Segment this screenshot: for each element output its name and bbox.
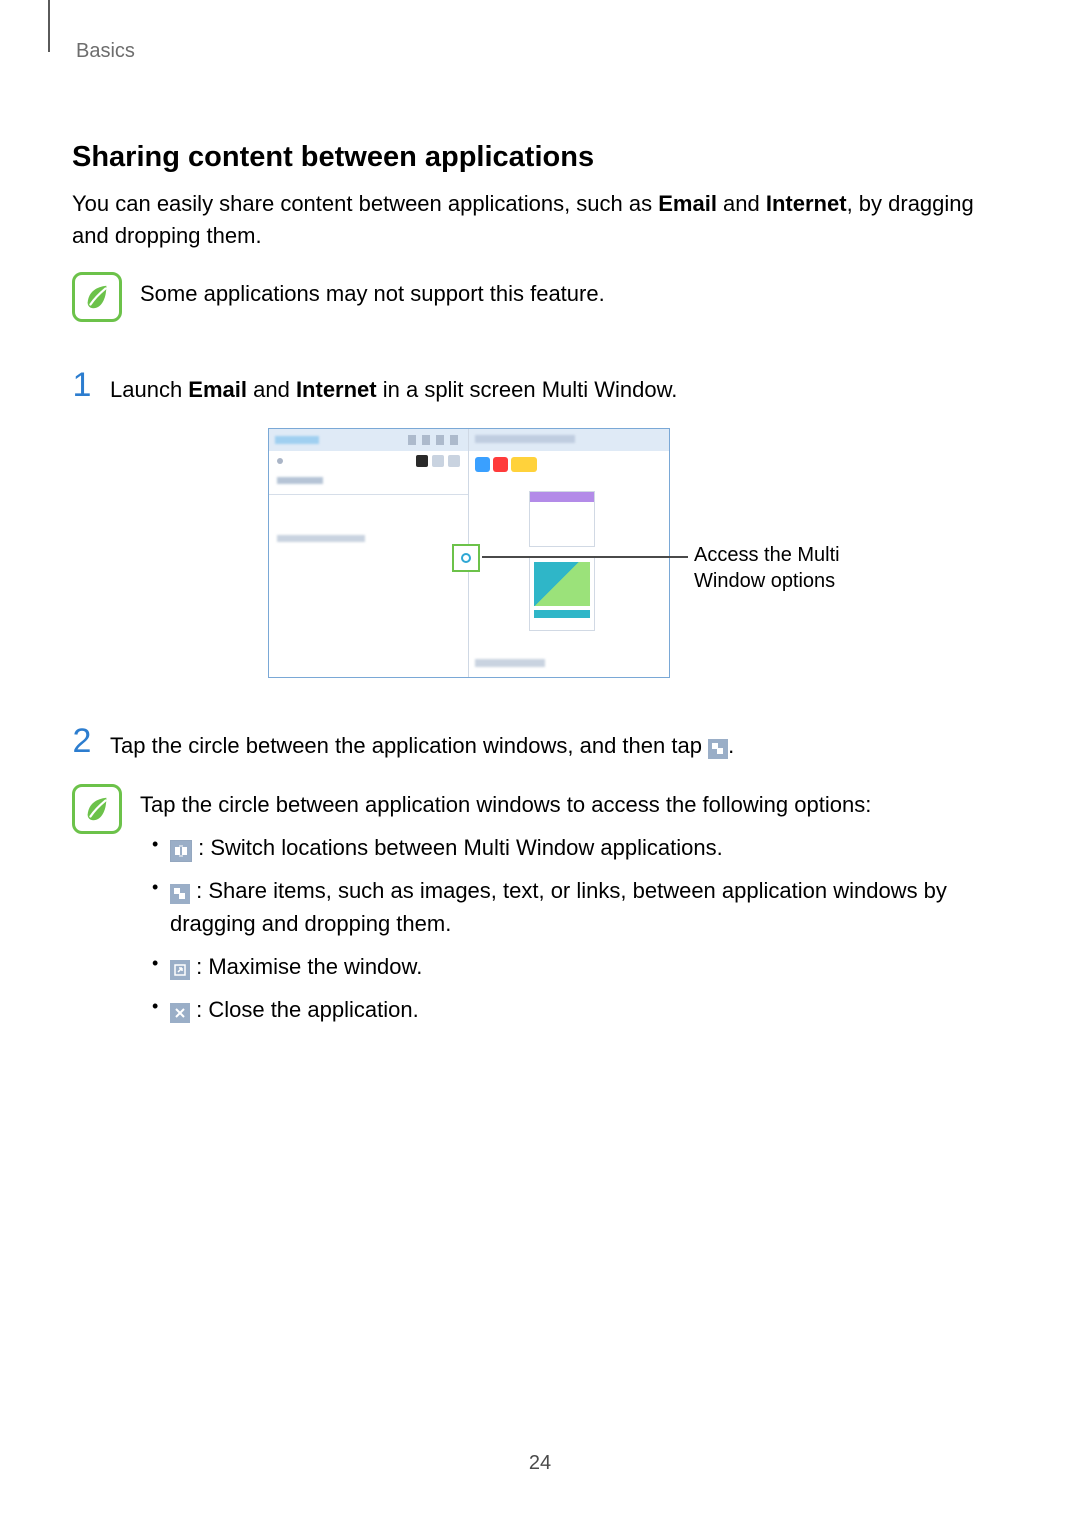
options-list: : Switch locations between Multi Window … <box>140 831 998 1026</box>
browser-color-dots <box>469 451 669 477</box>
info-block: Tap the circle between application windo… <box>72 784 998 1036</box>
lead-mid: and <box>717 191 766 216</box>
option-share-text: : Share items, such as images, text, or … <box>170 878 947 936</box>
manual-page: Basics Sharing content between applicati… <box>0 0 1080 1527</box>
lead-bold-email: Email <box>658 191 717 216</box>
leaf-icon <box>82 794 112 824</box>
step1-bold-email: Email <box>188 377 247 402</box>
thumb-card-2 <box>529 557 595 631</box>
lead-bold-internet: Internet <box>766 191 847 216</box>
email-pane <box>269 429 469 677</box>
step-1: 1 Launch Email and Internet in a split s… <box>72 368 998 406</box>
step-1-number: 1 <box>72 368 92 402</box>
note-row: Some applications may not support this f… <box>72 272 998 322</box>
share-content-icon <box>170 884 190 904</box>
option-close: : Close the application. <box>152 993 998 1026</box>
callout-line <box>482 556 688 558</box>
step-2-text: Tap the circle between the application w… <box>110 724 734 762</box>
page-number: 24 <box>0 1452 1080 1475</box>
breadcrumb: Basics <box>76 40 998 63</box>
step-2: 2 Tap the circle between the application… <box>72 724 998 762</box>
email-topbar <box>269 429 468 451</box>
lead-paragraph: You can easily share content between app… <box>72 188 998 252</box>
info-body: Tap the circle between application windo… <box>140 784 998 1036</box>
header-rule <box>48 0 50 52</box>
option-maximise: : Maximise the window. <box>152 950 998 983</box>
thumb-card-1 <box>529 491 595 547</box>
note-leaf-icon-2 <box>72 784 122 834</box>
step1-post: in a split screen Multi Window. <box>377 377 678 402</box>
step1-mid: and <box>247 377 296 402</box>
option-share: : Share items, such as images, text, or … <box>152 874 998 940</box>
close-icon <box>170 1003 190 1023</box>
multiwindow-handle[interactable] <box>452 544 480 572</box>
switch-windows-icon <box>170 840 192 862</box>
step1-bold-internet: Internet <box>296 377 377 402</box>
step2-pre: Tap the circle between the application w… <box>110 733 708 758</box>
option-switch-text: : Switch locations between Multi Window … <box>192 835 723 860</box>
option-switch: : Switch locations between Multi Window … <box>152 831 998 864</box>
section-title: Sharing content between applications <box>72 141 998 174</box>
figure-multiwindow: Access the Multi Window options <box>72 428 998 688</box>
internet-pane <box>469 429 669 677</box>
option-maximise-text: : Maximise the window. <box>190 954 422 979</box>
handle-dot-icon <box>460 552 472 564</box>
share-content-icon <box>708 739 728 759</box>
callout-label: Access the Multi Window options <box>694 542 874 594</box>
note-leaf-icon <box>72 272 122 322</box>
option-close-text: : Close the application. <box>190 997 419 1022</box>
internet-topbar <box>469 429 669 451</box>
lead-pre: You can easily share content between app… <box>72 191 658 216</box>
leaf-icon <box>82 282 112 312</box>
step-2-number: 2 <box>72 724 92 758</box>
step-1-text: Launch Email and Internet in a split scr… <box>110 368 677 406</box>
maximise-icon <box>170 960 190 980</box>
step2-post: . <box>728 733 734 758</box>
info-intro: Tap the circle between application windo… <box>140 788 998 821</box>
step1-pre: Launch <box>110 377 188 402</box>
note-text: Some applications may not support this f… <box>140 272 605 310</box>
